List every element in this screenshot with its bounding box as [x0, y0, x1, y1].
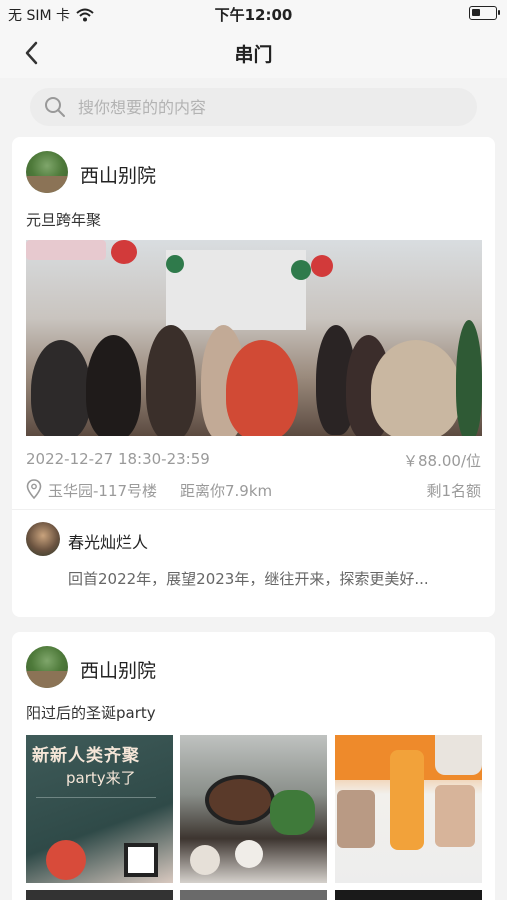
- shop-name[interactable]: 西山别院: [80, 656, 156, 683]
- post-card[interactable]: 西山别院 阳过后的圣诞party 新新人类齐聚 party来了: [12, 632, 495, 900]
- thumb-caption-line2: party来了: [66, 769, 136, 787]
- thumb-caption-line1: 新新人类齐聚: [32, 746, 140, 766]
- post-thumbnail[interactable]: [180, 735, 327, 883]
- comment-text[interactable]: 回首2022年，展望2023年，继往开来，探索更美好...: [68, 568, 484, 589]
- remaining-slots: 剩1名额: [426, 482, 481, 500]
- shop-name[interactable]: 西山别院: [80, 161, 156, 188]
- shop-avatar[interactable]: [26, 151, 68, 193]
- event-datetime: 2022-12-27 18:30-23:59: [26, 450, 210, 468]
- post-photo[interactable]: [26, 240, 482, 436]
- battery-icon: [469, 6, 500, 20]
- commenter-name[interactable]: 春光灿烂人: [68, 529, 148, 553]
- location-pin-icon: [26, 479, 42, 499]
- event-distance: 距离你7.9km: [180, 482, 273, 500]
- post-title: 元旦跨年聚: [26, 211, 102, 229]
- status-time: 下午12:00: [214, 6, 293, 24]
- post-thumbnail[interactable]: [26, 890, 173, 900]
- post-title: 阳过后的圣诞party: [26, 704, 156, 722]
- divider: [12, 509, 495, 510]
- post-thumbnail[interactable]: 新新人类齐聚 party来了: [26, 735, 173, 883]
- page-title: 串门: [234, 44, 273, 66]
- search-icon: [45, 97, 65, 117]
- post-card[interactable]: 西山别院 元旦跨年聚 2022-12-27 18:30-23:59 ￥88.00…: [12, 137, 495, 617]
- search-input[interactable]: [78, 96, 458, 118]
- event-location[interactable]: 玉华园-117号楼: [48, 480, 157, 501]
- search-bar[interactable]: [30, 88, 477, 126]
- post-thumbnail[interactable]: [180, 890, 327, 900]
- status-bar: 无 SIM 卡 下午12:00: [0, 0, 507, 28]
- shop-avatar[interactable]: [26, 646, 68, 688]
- post-thumbnail[interactable]: [335, 890, 482, 900]
- commenter-avatar[interactable]: [26, 522, 60, 556]
- post-thumbnail[interactable]: [335, 735, 482, 883]
- event-price: ￥88.00/位: [403, 452, 481, 470]
- nav-bar: 串门: [0, 28, 507, 78]
